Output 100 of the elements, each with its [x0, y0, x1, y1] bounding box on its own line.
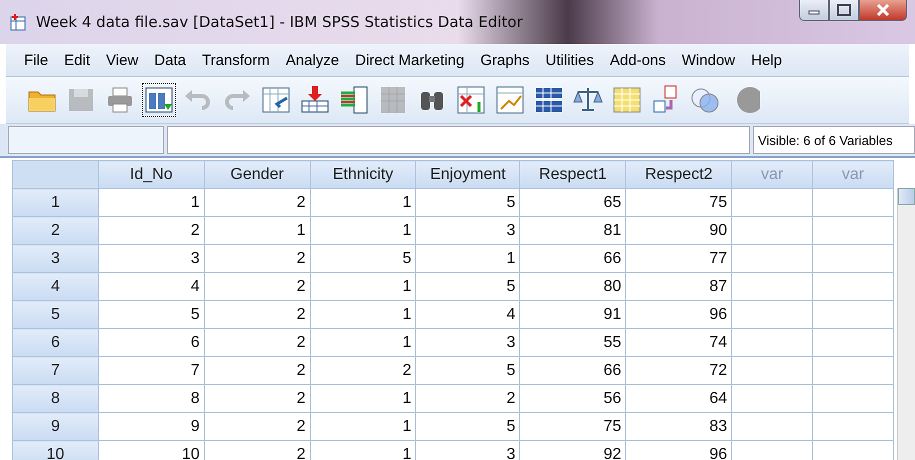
table-cell: 5: [416, 356, 520, 384]
table-cell: 80: [520, 272, 626, 300]
table-cell: 2: [204, 440, 310, 460]
table-cell: 2: [204, 300, 310, 328]
table-cell: 96: [626, 440, 732, 460]
table-cell: 3: [416, 216, 520, 244]
table-cell: 2: [204, 412, 310, 440]
row-header[interactable]: 6: [12, 328, 98, 356]
menu-item[interactable]: Edit: [56, 48, 98, 72]
cell-editor-field[interactable]: [167, 126, 750, 154]
close-button[interactable]: [859, 0, 907, 21]
table-cell: 2: [204, 328, 310, 356]
table-cell: 1: [310, 384, 416, 412]
table-cell: 5: [416, 188, 520, 216]
column-header[interactable]: Ethnicity: [310, 160, 416, 188]
menu-item[interactable]: Window: [674, 48, 744, 72]
table-cell: 2: [204, 384, 310, 412]
table-cell: 81: [520, 216, 626, 244]
table-cell: 3: [416, 440, 520, 460]
table-cell: 10: [98, 440, 204, 460]
table-cell: 2: [310, 356, 416, 384]
table-cell: 1: [310, 440, 416, 460]
table-cell: 92: [520, 440, 626, 460]
table-cell: 77: [626, 244, 732, 272]
close-icon: [876, 4, 890, 16]
table-cell: 90: [626, 216, 732, 244]
table-cell: 3: [416, 328, 520, 356]
table-cell: 75: [626, 188, 732, 216]
table-cell: 1: [310, 412, 416, 440]
corner-cell[interactable]: [12, 160, 98, 188]
menu-item[interactable]: View: [98, 48, 146, 72]
table-cell: 1: [310, 328, 416, 356]
table-cell: 75: [520, 412, 626, 440]
row-header[interactable]: 5: [12, 300, 98, 328]
table-cell: 96: [626, 300, 732, 328]
table-cell: 2: [204, 272, 310, 300]
table-cell: 5: [416, 412, 520, 440]
column-header[interactable]: Id_No: [98, 160, 204, 188]
menu-item[interactable]: Analyze: [278, 48, 348, 72]
menu-item[interactable]: Transform: [194, 48, 278, 72]
column-header[interactable]: Gender: [204, 160, 310, 188]
menu-item[interactable]: Direct Marketing: [347, 48, 472, 72]
table-cell: 3: [98, 244, 204, 272]
insert-column-icon[interactable]: [338, 84, 370, 116]
table-cell: 2: [98, 216, 204, 244]
column-header[interactable]: Respect1: [520, 160, 626, 188]
row-header[interactable]: 4: [12, 272, 98, 300]
row-header[interactable]: 8: [12, 384, 98, 412]
table-cell: 4: [98, 272, 204, 300]
column-header[interactable]: Enjoyment: [416, 160, 520, 188]
menu-item[interactable]: Add-ons: [602, 48, 674, 72]
table-cell: 4: [416, 300, 520, 328]
row-header[interactable]: 2: [12, 216, 98, 244]
table-cell: 1: [310, 188, 416, 216]
table-cell: 55: [520, 328, 626, 356]
table-cell: 9: [98, 412, 204, 440]
table-cell: 83: [626, 412, 732, 440]
table-cell: 1: [310, 272, 416, 300]
menu-item[interactable]: Utilities: [538, 48, 602, 72]
table-cell: 1: [98, 188, 204, 216]
table-cell: 66: [520, 356, 626, 384]
table-cell: 2: [204, 188, 310, 216]
table-cell: 87: [626, 272, 732, 300]
maximize-icon: [837, 4, 851, 16]
row-header[interactable]: 7: [12, 356, 98, 384]
table-cell: 6: [98, 328, 204, 356]
table-cell: 56: [520, 384, 626, 412]
table-cell: 8: [98, 384, 204, 412]
chart-table-icon[interactable]: [494, 84, 526, 116]
window-title: Week 4 data file.sav [DataSet1] - IBM SPSS Statistics Data Editor: [36, 13, 524, 31]
table-cell: 5: [98, 300, 204, 328]
table-cell: 1: [416, 244, 520, 272]
table-cell: 1: [310, 216, 416, 244]
table-cell: 64: [626, 384, 732, 412]
minimize-button[interactable]: [799, 0, 829, 21]
table-cell: 2: [204, 356, 310, 384]
table-cell: 65: [520, 188, 626, 216]
table-cell: 2: [204, 244, 310, 272]
table-cell: 91: [520, 300, 626, 328]
table-cell: 74: [626, 328, 732, 356]
cell-name-field[interactable]: [8, 126, 164, 154]
app-icon: [10, 13, 28, 31]
visible-variables-status: Visible: 6 of 6 Variables: [753, 126, 915, 154]
row-header[interactable]: 10: [12, 440, 98, 460]
table-cell: 1: [310, 300, 416, 328]
row-header[interactable]: 3: [12, 244, 98, 272]
table-cell: 72: [626, 356, 732, 384]
table-cell: 66: [520, 244, 626, 272]
maximize-button[interactable]: [829, 0, 859, 21]
table-cell: 5: [310, 244, 416, 272]
table-cell: 5: [416, 272, 520, 300]
menu-item[interactable]: File: [16, 48, 56, 72]
column-header[interactable]: Respect2: [626, 160, 732, 188]
menu-item[interactable]: Data: [146, 48, 194, 72]
menu-item[interactable]: Help: [743, 48, 790, 72]
table-cell: 1: [204, 216, 310, 244]
table-cell: 2: [416, 384, 520, 412]
menu-item[interactable]: Graphs: [472, 48, 538, 72]
row-header[interactable]: 9: [12, 412, 98, 440]
row-header[interactable]: 1: [12, 188, 98, 216]
